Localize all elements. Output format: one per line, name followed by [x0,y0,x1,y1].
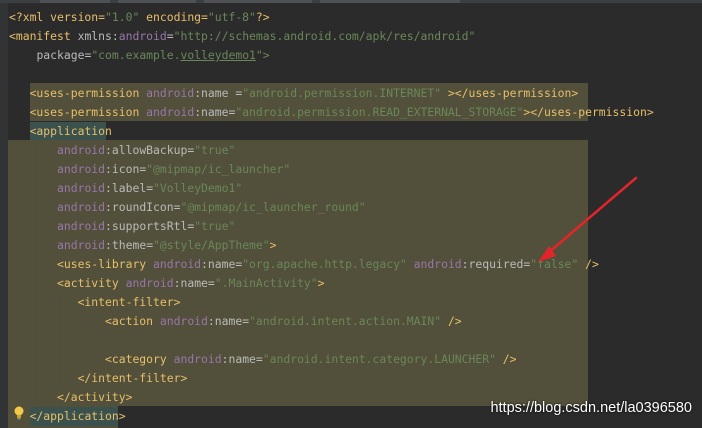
watermark: https://blog.csdn.net/la0396580 [490,400,692,416]
red-arrow-annotation [538,176,638,262]
